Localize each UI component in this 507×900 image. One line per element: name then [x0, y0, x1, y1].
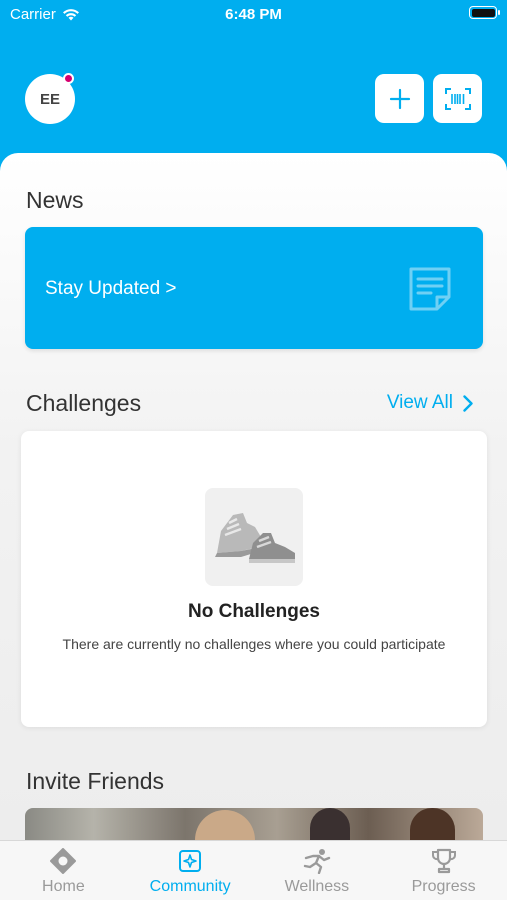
- tab-community-label: Community: [149, 878, 231, 895]
- news-heading: News: [26, 187, 84, 213]
- tab-bar: Home Community Wellness Progress: [0, 840, 507, 900]
- status-bar: Carrier 6:48 PM: [0, 0, 507, 30]
- barcode-scan-icon: [444, 87, 471, 110]
- add-button[interactable]: [375, 74, 424, 123]
- sneakers-icon: [215, 513, 295, 563]
- document-icon: [409, 267, 451, 311]
- scan-button[interactable]: [433, 74, 482, 123]
- home-icon: [50, 848, 77, 874]
- empty-state-description: There are currently no challenges where …: [62, 636, 446, 652]
- notification-dot: [63, 73, 74, 84]
- view-all-link[interactable]: View All: [387, 392, 473, 414]
- challenges-heading: Challenges: [26, 390, 142, 416]
- challenges-empty-card: No Challenges There are currently no cha…: [21, 431, 487, 727]
- tab-wellness-label: Wellness: [284, 878, 350, 895]
- tab-wellness[interactable]: Wellness: [254, 841, 381, 900]
- news-card[interactable]: Stay Updated >: [25, 227, 483, 349]
- avatar-initials: EE: [39, 90, 60, 108]
- clock: 6:48 PM: [225, 6, 282, 23]
- plus-icon: [389, 88, 410, 109]
- view-all-label: View All: [386, 392, 453, 413]
- invite-friends-heading: Invite Friends: [26, 768, 165, 794]
- runner-icon: [303, 849, 331, 874]
- tab-home-label: Home: [42, 878, 85, 895]
- avatar[interactable]: EE: [25, 73, 75, 124]
- tab-progress[interactable]: Progress: [380, 841, 507, 900]
- news-card-label: Stay Updated >: [45, 278, 177, 299]
- empty-state-title: No Challenges: [188, 601, 320, 622]
- tab-home[interactable]: Home: [0, 841, 127, 900]
- chevron-right-icon: [463, 394, 473, 412]
- tab-community[interactable]: Community: [127, 841, 254, 900]
- tab-progress-label: Progress: [411, 878, 476, 895]
- trophy-icon: [431, 848, 456, 874]
- empty-illustration: [205, 488, 303, 586]
- battery-icon: [469, 6, 500, 19]
- community-icon: [179, 850, 202, 872]
